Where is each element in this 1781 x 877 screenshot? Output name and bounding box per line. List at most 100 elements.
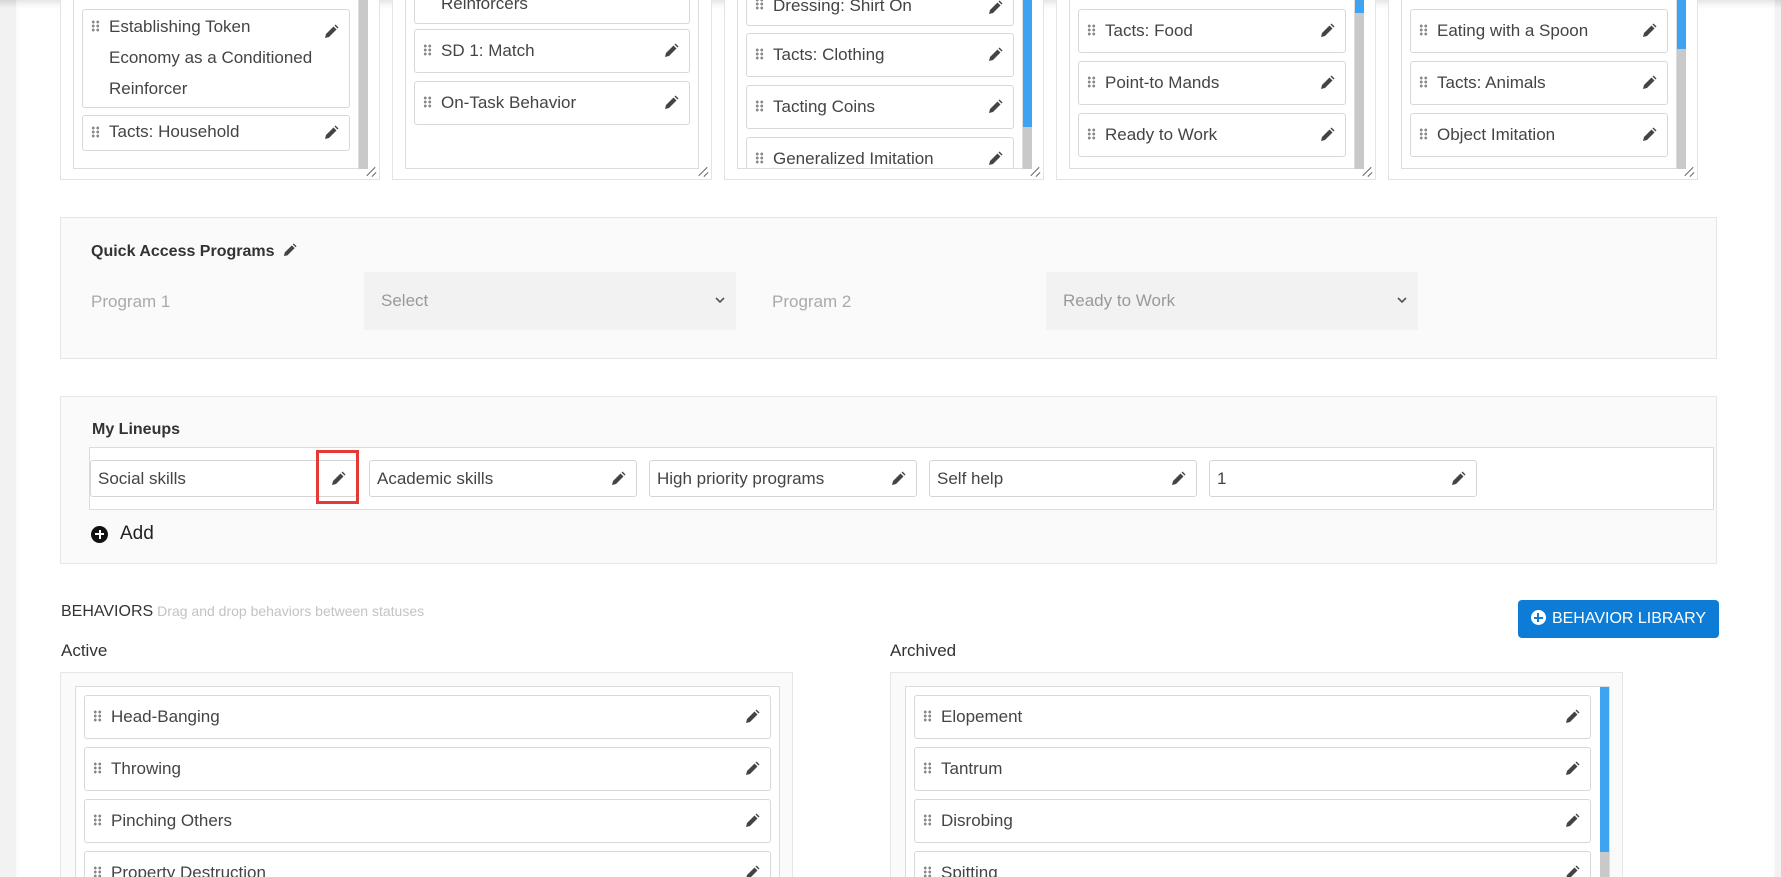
behavior-item[interactable]: Pinching Others [84, 799, 771, 843]
drag-handle-icon[interactable] [423, 96, 432, 108]
program-list-1[interactable]: Establishing Token Economy as a Conditio… [73, 0, 359, 169]
program-item[interactable]: Tacts: Household [82, 115, 350, 151]
drag-handle-icon[interactable] [1419, 76, 1428, 88]
archived-behaviors-list[interactable]: Elopement Tantrum Disrobing Spitting [905, 686, 1610, 877]
behavior-library-button[interactable]: BEHAVIOR LIBRARY [1518, 600, 1719, 638]
pencil-icon[interactable] [1641, 127, 1657, 143]
program-list-5[interactable]: Eating with a Spoon Tacts: Animals Objec… [1401, 0, 1677, 169]
lineup-high-priority-programs[interactable]: High priority programs [649, 460, 917, 497]
lineups-row[interactable]: Social skills Academic skills High prior… [89, 447, 1714, 510]
behavior-item[interactable]: Spitting [914, 851, 1591, 877]
pencil-icon[interactable] [1564, 813, 1580, 829]
pencil-icon[interactable] [1450, 471, 1466, 487]
resize-handle-icon[interactable] [364, 165, 376, 177]
pencil-icon[interactable] [744, 813, 760, 829]
scrollbar[interactable] [1355, 0, 1364, 169]
scrollbar[interactable] [359, 0, 368, 169]
scrollbar-thumb[interactable] [1677, 0, 1686, 49]
program-item[interactable]: Generalized Imitation [746, 137, 1014, 168]
program-list-4[interactable]: Tacts: Food Point-to Mands Ready to Work [1069, 0, 1355, 169]
drag-handle-icon[interactable] [755, 100, 764, 112]
program-item[interactable]: Dressing: Shirt On [746, 0, 1014, 26]
drag-handle-icon[interactable] [1087, 128, 1096, 140]
drag-handle-icon[interactable] [1087, 24, 1096, 36]
drag-handle-icon[interactable] [1419, 128, 1428, 140]
pencil-icon[interactable] [1319, 75, 1335, 91]
pencil-icon[interactable] [1641, 75, 1657, 91]
drag-handle-icon[interactable] [755, 48, 764, 60]
program-1-select[interactable]: Select [364, 272, 736, 330]
drag-handle-icon[interactable] [93, 814, 102, 826]
pencil-icon[interactable] [323, 24, 339, 40]
behavior-item[interactable]: Property Destruction [84, 851, 771, 877]
pencil-icon[interactable] [987, 47, 1003, 63]
drag-handle-icon[interactable] [923, 814, 932, 826]
drag-handle-icon[interactable] [91, 126, 100, 138]
program-list-3[interactable]: Dressing: Shirt On Tacts: Clothing Tacti… [737, 0, 1023, 169]
pencil-icon[interactable] [1564, 865, 1580, 877]
program-item[interactable]: SD 1: Match [414, 29, 690, 73]
program-item[interactable]: Tacts: Clothing [746, 33, 1014, 77]
pencil-icon[interactable] [1319, 23, 1335, 39]
program-item[interactable]: On-Task Behavior [414, 81, 690, 125]
program-item[interactable]: Point-to Mands [1078, 61, 1346, 105]
drag-handle-icon[interactable] [1087, 76, 1096, 88]
behavior-item[interactable]: Tantrum [914, 747, 1591, 791]
pencil-icon[interactable] [663, 95, 679, 111]
scrollbar-thumb[interactable] [1600, 687, 1609, 852]
pencil-icon[interactable] [987, 99, 1003, 115]
scrollbar[interactable] [1600, 687, 1609, 877]
drag-handle-icon[interactable] [93, 762, 102, 774]
drag-handle-icon[interactable] [1419, 24, 1428, 36]
drag-handle-icon[interactable] [423, 44, 432, 56]
pencil-icon[interactable] [1319, 127, 1335, 143]
pencil-icon[interactable] [1641, 23, 1657, 39]
scrollbar[interactable] [1677, 0, 1686, 169]
resize-handle-icon[interactable] [696, 165, 708, 177]
drag-handle-icon[interactable] [93, 866, 102, 877]
pencil-icon[interactable] [987, 0, 1003, 16]
scrollbar-thumb[interactable] [1023, 0, 1032, 127]
pencil-icon[interactable] [744, 709, 760, 725]
behavior-item[interactable]: Head-Banging [84, 695, 771, 739]
drag-handle-icon[interactable] [923, 710, 932, 722]
drag-handle-icon[interactable] [923, 762, 932, 774]
add-lineup-button[interactable]: Add [91, 523, 154, 545]
drag-handle-icon[interactable] [93, 710, 102, 722]
program-item[interactable]: Establishing Token Economy as a Conditio… [82, 9, 350, 108]
pencil-icon[interactable] [610, 471, 626, 487]
pencil-icon[interactable] [890, 471, 906, 487]
lineup-academic-skills[interactable]: Academic skills [369, 460, 637, 497]
drag-handle-icon[interactable] [755, 0, 764, 10]
program-item[interactable]: Tacts: Food [1078, 9, 1346, 53]
lineup-1[interactable]: 1 [1209, 460, 1477, 497]
pencil-icon[interactable] [1564, 761, 1580, 777]
active-behaviors-list[interactable]: Head-Banging Throwing Pinching Others Pr… [75, 686, 780, 877]
program-item[interactable]: Ready to Work [1078, 113, 1346, 157]
program-2-select[interactable]: Ready to Work [1046, 272, 1418, 330]
pencil-icon[interactable] [282, 243, 297, 263]
resize-handle-icon[interactable] [1028, 165, 1040, 177]
program-item[interactable]: Tacting Coins [746, 85, 1014, 129]
behavior-item[interactable]: Disrobing [914, 799, 1591, 843]
program-list-2[interactable]: Reinforcers SD 1: Match On-Task Behavior [405, 0, 699, 169]
pencil-icon[interactable] [1170, 471, 1186, 487]
program-item[interactable]: Object Imitation [1410, 113, 1668, 157]
drag-handle-icon[interactable] [755, 152, 764, 164]
behavior-item[interactable]: Elopement [914, 695, 1591, 739]
pencil-icon[interactable] [1564, 709, 1580, 725]
pencil-icon[interactable] [744, 865, 760, 877]
resize-handle-icon[interactable] [1682, 165, 1694, 177]
program-item[interactable]: Reinforcers [414, 0, 690, 24]
behavior-item[interactable]: Throwing [84, 747, 771, 791]
pencil-icon[interactable] [663, 43, 679, 59]
program-item[interactable]: Eating with a Spoon [1410, 9, 1668, 53]
drag-handle-icon[interactable] [923, 866, 932, 877]
program-item[interactable]: Tacts: Animals [1410, 61, 1668, 105]
pencil-icon[interactable] [323, 125, 339, 141]
resize-handle-icon[interactable] [1360, 165, 1372, 177]
lineup-self-help[interactable]: Self help [929, 460, 1197, 497]
pencil-icon[interactable] [744, 761, 760, 777]
scrollbar[interactable] [1023, 0, 1032, 169]
drag-handle-icon[interactable] [91, 20, 100, 32]
